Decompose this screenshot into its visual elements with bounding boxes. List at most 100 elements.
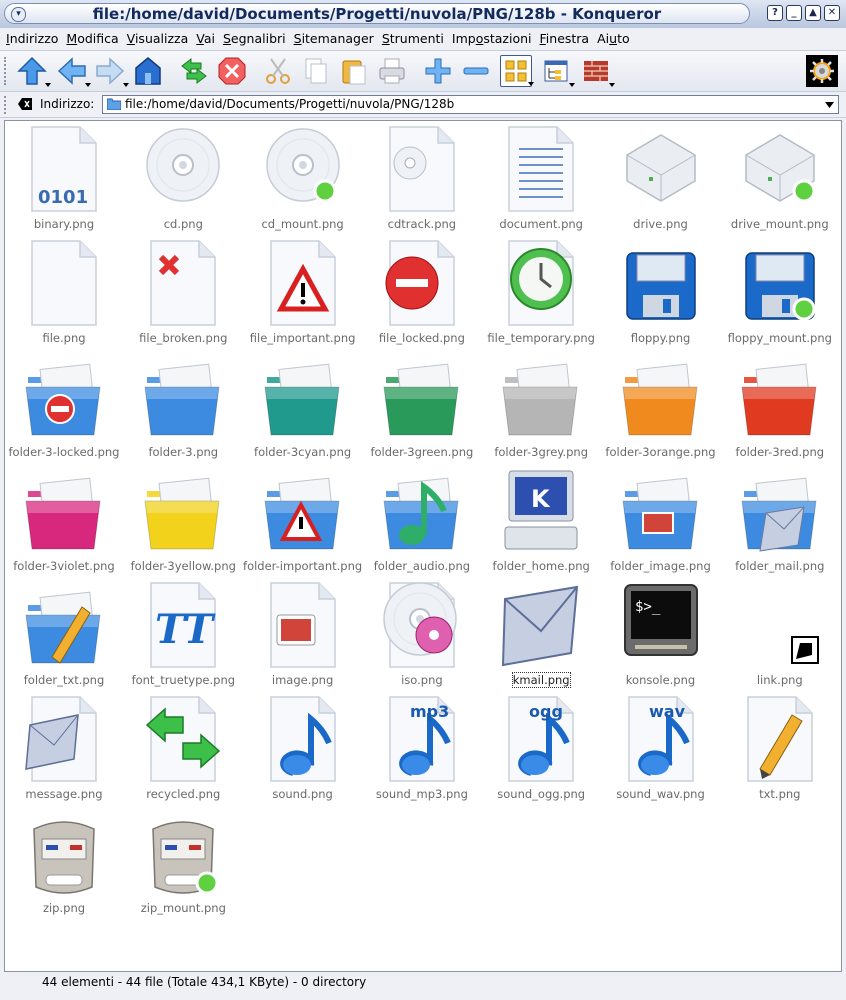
maximize-button[interactable]: ▲ <box>805 5 821 21</box>
cut-icon <box>266 58 290 84</box>
menu-item-segnalibri[interactable]: Segnalibri <box>223 31 286 46</box>
file-label-container: zip.png <box>5 901 125 915</box>
reload-button[interactable] <box>178 55 210 87</box>
up-arrow-icon <box>17 56 47 85</box>
menu-item-visualizza[interactable]: Visualizza <box>127 31 189 46</box>
toolbar-handle[interactable] <box>4 57 10 85</box>
menu-item-modifica[interactable]: Modifica <box>66 31 118 46</box>
file-item[interactable]: folder-3red.png <box>721 349 839 461</box>
menu-item-sitemanager[interactable]: Sitemanager <box>294 31 374 46</box>
file-item[interactable]: iso.png <box>363 577 481 689</box>
file-item[interactable]: folder-3grey.png <box>482 349 600 461</box>
file-item[interactable]: folder-3violet.png <box>5 463 123 575</box>
file-label: link.png <box>756 673 803 687</box>
up-button[interactable] <box>16 55 51 87</box>
file-label-container: file.png <box>5 331 125 345</box>
title-bar[interactable]: ▾ file:/home/david/Documents/Progetti/nu… <box>0 0 846 28</box>
file-label-container: sound_mp3.png <box>361 787 483 801</box>
file-item[interactable]: folder_txt.png <box>5 577 123 689</box>
help-button[interactable]: ? <box>767 5 783 21</box>
file-label-container: zip_mount.png <box>122 901 244 915</box>
locationbar-handle[interactable] <box>4 96 10 114</box>
forward-button[interactable] <box>94 55 129 87</box>
file-item[interactable]: sound.png <box>244 691 362 803</box>
file-item[interactable]: link.png <box>721 577 839 689</box>
file-item[interactable]: folder_mail.png <box>721 463 839 575</box>
file-item[interactable]: folder_audio.png <box>363 463 481 575</box>
menu-item-finestra[interactable]: Finestra <box>540 31 590 46</box>
clear-location-button[interactable] <box>18 97 33 111</box>
file-item[interactable]: document.png <box>482 121 600 233</box>
file-label: sound_ogg.png <box>497 787 586 801</box>
file-item[interactable]: zip.png <box>5 805 123 917</box>
file-item[interactable]: ogg sound_ogg.png <box>482 691 600 803</box>
file-item[interactable]: folder-3-locked.png <box>5 349 123 461</box>
folder-image-icon <box>621 467 701 555</box>
zoom-in-button[interactable] <box>422 55 454 87</box>
file-item[interactable]: txt.png <box>721 691 839 803</box>
file-label: zip_mount.png <box>140 901 226 915</box>
file-item[interactable]: file_locked.png <box>363 235 481 347</box>
copy-button[interactable] <box>300 55 332 87</box>
icon-view-button[interactable] <box>500 55 534 87</box>
back-button[interactable] <box>56 55 91 87</box>
file-item[interactable]: zip_mount.png <box>124 805 242 917</box>
close-button[interactable]: ✕ <box>824 5 840 21</box>
file-item[interactable]: TT font_truetype.png <box>124 577 242 689</box>
cut-button[interactable] <box>262 55 294 87</box>
file-icon-view[interactable]: 0101 binary.png cd.png cd_mount.png cdtrack.… <box>4 120 842 972</box>
location-input[interactable]: file:/home/david/Documents/Progetti/nuvo… <box>102 95 839 114</box>
file-item[interactable]: file_temporary.png <box>482 235 600 347</box>
file-label-container: folder-3.png <box>122 445 244 459</box>
file-item[interactable]: message.png <box>5 691 123 803</box>
file-item[interactable]: folder-3yellow.png <box>124 463 242 575</box>
file-label-container: txt.png <box>719 787 841 801</box>
file-item[interactable]: cdtrack.png <box>363 121 481 233</box>
file-item[interactable]: folder-3orange.png <box>602 349 720 461</box>
file-item[interactable]: folder-3cyan.png <box>244 349 362 461</box>
file-label: folder-important.png <box>243 559 363 573</box>
paste-button[interactable] <box>338 55 370 87</box>
file-item[interactable]: 0101 binary.png <box>5 121 123 233</box>
menu-item-aiuto[interactable]: Aiuto <box>597 31 630 46</box>
chevron-down-icon[interactable] <box>823 98 836 111</box>
file-label-container: drive.png <box>600 217 722 231</box>
tree-view-button[interactable] <box>540 55 575 87</box>
file-item[interactable]: file_important.png <box>244 235 362 347</box>
stop-button[interactable] <box>216 55 248 87</box>
zoom-out-button[interactable] <box>460 55 492 87</box>
file-item[interactable]: kmail.png <box>482 577 600 689</box>
print-button[interactable] <box>376 55 408 87</box>
location-label: Indirizzo: <box>40 97 95 111</box>
file-item[interactable]: $>_ konsole.png <box>602 577 720 689</box>
security-button[interactable] <box>580 55 615 87</box>
file-item[interactable]: file.png <box>5 235 123 347</box>
title-pill[interactable]: ▾ file:/home/david/Documents/Progetti/nu… <box>4 3 750 24</box>
file-item[interactable]: floppy.png <box>602 235 720 347</box>
file-item[interactable]: drive.png <box>602 121 720 233</box>
file-label: folder-3grey.png <box>494 445 589 459</box>
file-item[interactable]: recycled.png <box>124 691 242 803</box>
location-text[interactable]: file:/home/david/Documents/Progetti/nuvo… <box>125 97 454 111</box>
file-item[interactable]: wav sound_wav.png <box>602 691 720 803</box>
minimize-button[interactable]: _ <box>786 5 802 21</box>
file-item[interactable]: drive_mount.png <box>721 121 839 233</box>
file-item[interactable]: file_broken.png <box>124 235 242 347</box>
file-item[interactable]: folder-3.png <box>124 349 242 461</box>
file-item[interactable]: folder-important.png <box>243 463 363 575</box>
file-item[interactable]: floppy_mount.png <box>721 235 839 347</box>
svg-text:0101: 0101 <box>38 187 88 208</box>
menu-item-impostazioni[interactable]: Impostazioni <box>452 31 532 46</box>
file-item[interactable]: folder-3green.png <box>363 349 481 461</box>
menu-item-vai[interactable]: Vai <box>196 31 215 46</box>
menu-item-strumenti[interactable]: Strumenti <box>382 31 444 46</box>
home-button[interactable] <box>132 55 164 87</box>
file-item[interactable]: mp3 sound_mp3.png <box>363 691 481 803</box>
window-menu-button[interactable]: ▾ <box>11 7 26 22</box>
file-item[interactable]: image.png <box>244 577 362 689</box>
file-item[interactable]: cd_mount.png <box>244 121 362 233</box>
menu-item-indirizzo[interactable]: Indirizzo <box>6 31 58 46</box>
file-item[interactable]: folder_image.png <box>602 463 720 575</box>
file-item[interactable]: cd.png <box>124 121 242 233</box>
file-item[interactable]: Kfolder_home.png <box>482 463 600 575</box>
